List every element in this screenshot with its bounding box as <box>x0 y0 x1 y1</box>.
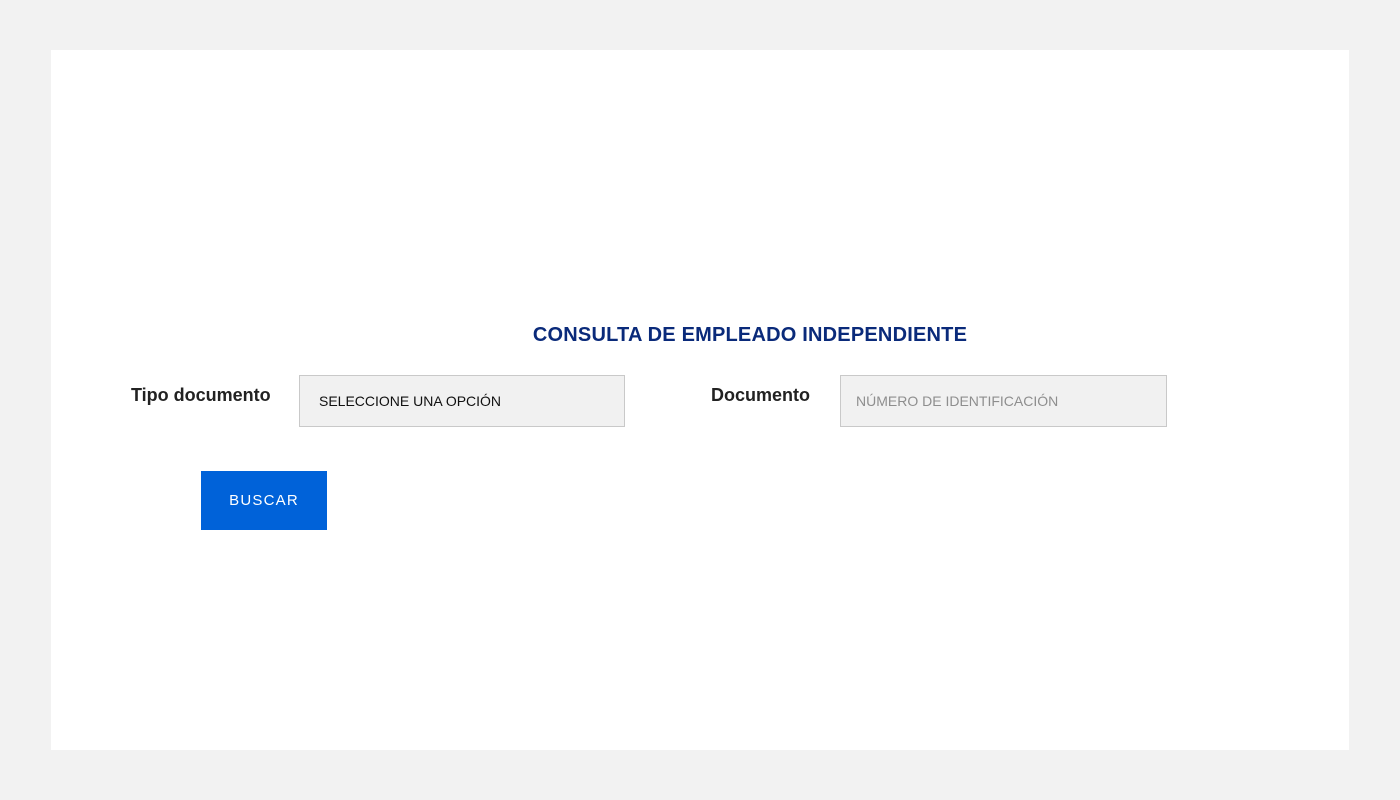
form-card: CONSULTA DE EMPLEADO INDEPENDIENTE Tipo … <box>51 50 1349 750</box>
tipo-documento-select[interactable]: SELECCIONE UNA OPCIÓN <box>299 375 625 427</box>
tipo-documento-selected-value: SELECCIONE UNA OPCIÓN <box>319 393 502 409</box>
search-button[interactable]: BUSCAR <box>201 471 327 530</box>
documento-input[interactable] <box>840 375 1167 427</box>
tipo-documento-label: Tipo documento <box>131 385 271 405</box>
documento-label: Documento <box>711 385 810 405</box>
page-title: CONSULTA DE EMPLEADO INDEPENDIENTE <box>532 324 968 346</box>
